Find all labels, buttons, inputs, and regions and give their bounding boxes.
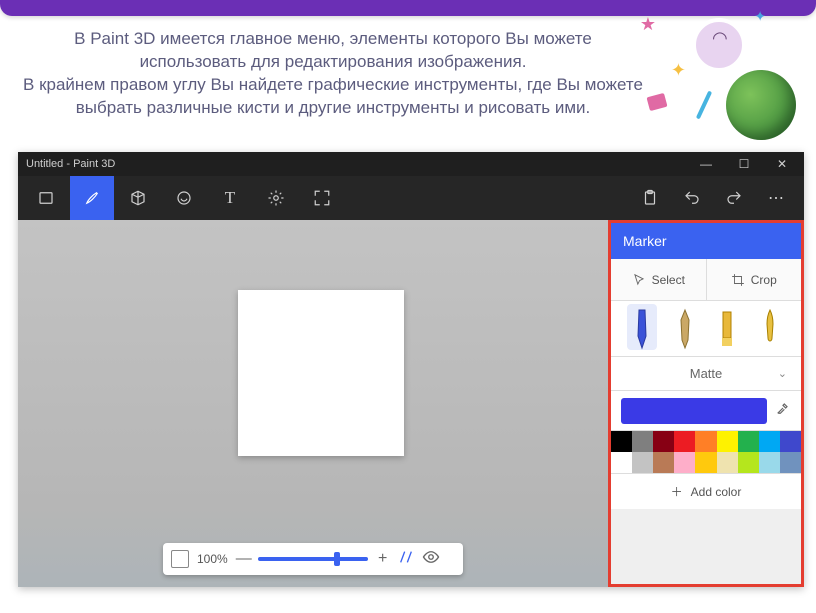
top-toolbar: T ⋯ (18, 176, 804, 220)
crop-icon (731, 273, 745, 287)
color-palette (611, 431, 801, 473)
crop-label: Crop (751, 273, 777, 287)
brush-watercolor[interactable] (755, 304, 785, 350)
maximize-button[interactable]: ☐ (730, 155, 758, 173)
brush-oil[interactable] (712, 304, 742, 350)
earth-icon (726, 70, 796, 140)
slide-header: В Paint 3D имеется главное меню, элемент… (0, 0, 816, 145)
palette-color[interactable] (717, 452, 738, 473)
star-icon: ★ (640, 14, 656, 35)
brush-calligraphy[interactable] (670, 304, 700, 350)
palette-color[interactable] (738, 452, 759, 473)
cursor-icon (632, 273, 646, 287)
palette-color[interactable] (780, 452, 801, 473)
palette-color[interactable] (759, 452, 780, 473)
tools-sidebar: Marker Select Crop (608, 220, 804, 587)
undo-button[interactable] (678, 176, 706, 220)
stickers-tab[interactable] (162, 176, 206, 220)
zoom-out-button[interactable]: — (236, 550, 250, 568)
view-3d-button[interactable] (398, 549, 414, 569)
zoom-in-button[interactable]: + (376, 550, 390, 568)
paint3d-window: Untitled - Paint 3D — ☐ ✕ T (18, 152, 804, 587)
effects-tab[interactable] (254, 176, 298, 220)
more-button[interactable]: ⋯ (762, 176, 790, 220)
add-color-button[interactable]: ＋ Add color (611, 473, 801, 509)
redo-button[interactable] (720, 176, 748, 220)
close-button[interactable]: ✕ (768, 155, 796, 173)
palette-color[interactable] (611, 452, 632, 473)
window-titlebar: Untitled - Paint 3D — ☐ ✕ (18, 152, 804, 176)
3d-shapes-tab[interactable] (116, 176, 160, 220)
canvas-area[interactable]: 100% — + (18, 220, 608, 587)
palette-color[interactable] (632, 431, 653, 452)
eye-icon[interactable] (422, 548, 440, 570)
slide-decoration: ★ ✦ ✦ (636, 0, 806, 140)
palette-color[interactable] (738, 431, 759, 452)
brush-marker[interactable] (627, 304, 657, 350)
select-label: Select (652, 273, 685, 287)
slide-caption-text: В Paint 3D имеется главное меню, элемент… (23, 29, 643, 117)
add-color-label: Add color (691, 485, 742, 499)
pencil-icon (696, 91, 712, 120)
palette-color[interactable] (611, 431, 632, 452)
star-icon: ✦ (754, 8, 766, 25)
palette-color[interactable] (695, 431, 716, 452)
canvas-tab[interactable] (300, 176, 344, 220)
palette-color[interactable] (653, 452, 674, 473)
canvas[interactable] (238, 290, 404, 456)
palette-color[interactable] (653, 431, 674, 452)
material-label: Matte (690, 366, 723, 381)
brush-picker (611, 301, 801, 357)
minimize-button[interactable]: — (692, 155, 720, 173)
zoom-slider[interactable] (258, 557, 368, 561)
plus-icon: ＋ (671, 483, 683, 500)
select-button[interactable]: Select (611, 259, 706, 300)
material-select[interactable]: Matte ⌄ (611, 357, 801, 391)
palette-color[interactable] (780, 431, 801, 452)
menu-button[interactable] (24, 176, 68, 220)
text-tab[interactable]: T (208, 176, 252, 220)
brushes-tab[interactable] (70, 176, 114, 220)
color-picker-row (611, 391, 801, 431)
astronaut-icon (692, 18, 746, 72)
palette-color[interactable] (695, 452, 716, 473)
window-title: Untitled - Paint 3D (26, 158, 115, 170)
palette-color[interactable] (674, 431, 695, 452)
book-icon (646, 93, 667, 111)
paste-button[interactable] (636, 176, 664, 220)
zoom-label: 100% (197, 552, 228, 566)
slide-caption: В Paint 3D имеется главное меню, элемент… (20, 28, 646, 120)
palette-color[interactable] (759, 431, 780, 452)
crop-button[interactable]: Crop (706, 259, 802, 300)
chevron-down-icon: ⌄ (778, 367, 787, 380)
fit-screen-button[interactable] (171, 550, 189, 568)
window-controls: — ☐ ✕ (692, 155, 796, 173)
star-icon: ✦ (671, 60, 686, 81)
current-color-swatch[interactable] (621, 398, 767, 424)
palette-color[interactable] (674, 452, 695, 473)
eyedropper-button[interactable] (775, 400, 791, 421)
sidebar-title: Marker (611, 223, 801, 259)
palette-color[interactable] (717, 431, 738, 452)
zoom-bar: 100% — + (163, 543, 463, 575)
palette-color[interactable] (632, 452, 653, 473)
